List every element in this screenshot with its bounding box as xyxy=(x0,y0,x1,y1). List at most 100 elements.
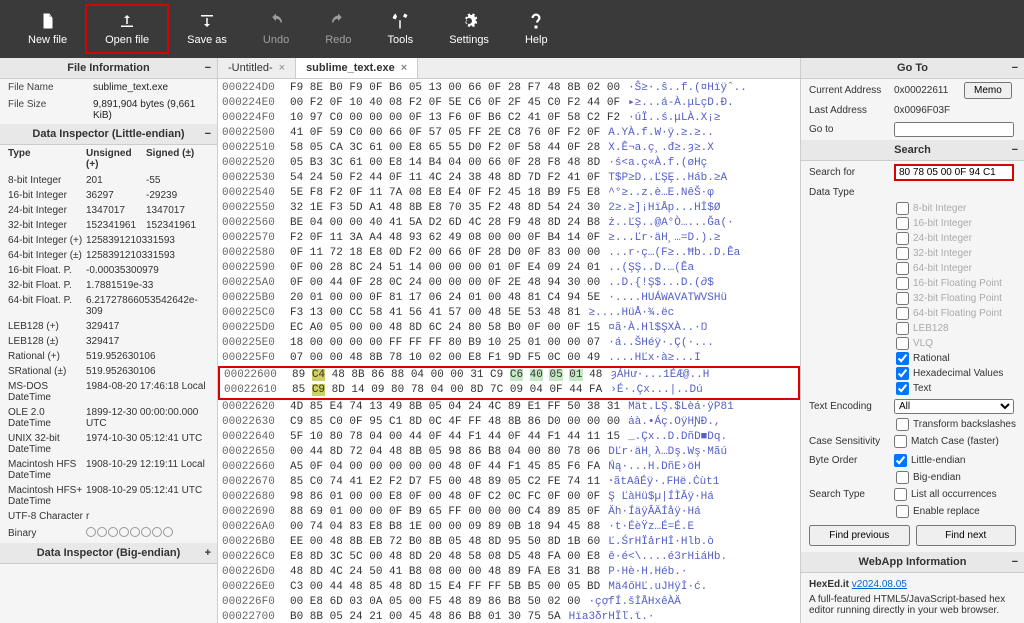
dt-check[interactable] xyxy=(896,262,909,275)
collapse-icon[interactable]: − xyxy=(1012,556,1018,568)
hex-bytes[interactable]: BE 04 00 00 40 41 5A D2 6D 4C 28 F9 48 8… xyxy=(290,216,600,231)
help-button[interactable]: Help xyxy=(507,6,566,52)
dt-check[interactable] xyxy=(896,292,909,305)
hex-ascii[interactable]: ^°≥..z.è…E.NêŠ·φ xyxy=(600,186,714,201)
hex-ascii[interactable]: ·....HUÁWAVATWVSHü xyxy=(600,291,727,306)
hex-bytes[interactable]: 5F 10 80 78 04 00 44 0F 44 F1 44 0F 44 F… xyxy=(290,430,620,445)
hex-row[interactable]: 0002265000 44 8D 72 04 48 8B 05 98 86 B8… xyxy=(218,445,800,460)
hex-bytes[interactable]: 00 F2 0F 10 40 08 F2 0F 5E C6 0F 2F 45 C… xyxy=(290,96,620,111)
match-case-check[interactable] xyxy=(894,435,907,448)
hex-ascii[interactable]: A.YÀ.f.W·ÿ.≥.≥.. xyxy=(600,126,714,141)
hex-bytes[interactable]: 07 00 00 48 8B 78 10 02 00 E8 F1 9D F5 0… xyxy=(290,351,600,366)
dt-check[interactable] xyxy=(896,232,909,245)
hex-row[interactable]: 00022630C9 85 C0 0F 95 C1 8D 0C 4F FF 48… xyxy=(218,415,800,430)
hex-bytes[interactable]: C3 00 44 48 85 48 8D 15 E4 FF FF 5B B5 0… xyxy=(290,580,600,595)
dt-check[interactable] xyxy=(896,247,909,260)
hex-ascii[interactable]: ·úÏ..ś.μLÀ.X¡≥ xyxy=(620,111,720,126)
hex-bytes[interactable]: 89 C4 48 8B 86 88 04 00 00 31 C9 C6 40 0… xyxy=(292,368,602,383)
hex-row[interactable]: 000226405F 10 80 78 04 00 44 0F 44 F1 44… xyxy=(218,430,800,445)
hex-ascii[interactable]: ·çợfÍ.šİÅHxêÀÄ xyxy=(580,595,680,610)
hex-bytes[interactable]: 00 E8 6D 03 0A 05 00 F5 48 89 86 B8 50 0… xyxy=(290,595,580,610)
hex-row[interactable]: 0002250041 0F 59 C0 00 66 0F 57 05 FF 2E… xyxy=(218,126,800,141)
hex-bytes[interactable]: 54 24 50 F2 44 0F 11 4C 24 38 48 8D 7D F… xyxy=(290,171,600,186)
hex-row[interactable]: 0002252005 B3 3C 61 00 E8 14 B4 04 00 66… xyxy=(218,156,800,171)
hex-bytes[interactable]: 0F 11 72 18 E8 0D F2 00 66 0F 28 D0 0F 8… xyxy=(290,246,600,261)
memo-button[interactable]: Memo xyxy=(964,82,1012,99)
hex-ascii[interactable]: 2≥.≥]¡HïÅp...Hİ$Ø xyxy=(600,201,720,216)
hex-bytes[interactable]: 41 0F 59 C0 00 66 0F 57 05 FF 2E C8 76 0… xyxy=(290,126,600,141)
hex-row[interactable]: 000226B0EE 00 48 8B EB 72 B0 8B 05 48 8D… xyxy=(218,535,800,550)
dt-check[interactable] xyxy=(896,337,909,350)
hex-row[interactable]: 0002267085 C0 74 41 E2 F2 D7 F5 00 48 89… xyxy=(218,475,800,490)
hex-bytes[interactable]: 85 C0 74 41 E2 F2 D7 F5 00 48 89 05 C2 F… xyxy=(290,475,600,490)
hex-ascii[interactable]: T$P≥D..ĽŞȨ..Háb.≥A xyxy=(600,171,727,186)
hex-bytes[interactable]: 00 74 04 83 E8 B8 1E 00 00 09 89 0B 18 9… xyxy=(290,520,600,535)
hex-row[interactable]: 0002255032 1E F3 5D A1 48 8B E8 70 35 F2… xyxy=(218,201,800,216)
hex-row[interactable]: 00022560BE 04 00 00 40 41 5A D2 6D 4C 28… xyxy=(218,216,800,231)
hex-row[interactable]: 00022570F2 0F 11 3A A4 48 93 62 49 08 00… xyxy=(218,231,800,246)
hex-ascii[interactable]: ≥....HüÅ·¾.ëc xyxy=(580,306,674,321)
hex-row[interactable]: 000225900F 00 28 8C 24 51 14 00 00 00 01… xyxy=(218,261,800,276)
hex-row[interactable]: 000224F010 97 C0 00 00 00 0F 13 F6 0F B6… xyxy=(218,111,800,126)
collapse-icon[interactable]: − xyxy=(205,128,211,140)
hex-bytes[interactable]: EC A0 05 00 00 48 8D 6C 24 80 58 B0 0F 0… xyxy=(290,321,600,336)
dt-check[interactable] xyxy=(896,307,909,320)
hex-row[interactable]: 000225405E F8 F2 0F 11 7A 08 E8 E4 0F F2… xyxy=(218,186,800,201)
hex-row[interactable]: 0002251058 05 CA 3C 61 00 E8 65 55 D0 F2… xyxy=(218,141,800,156)
expand-icon[interactable]: + xyxy=(205,547,211,559)
dt-check[interactable] xyxy=(896,322,909,335)
goto-input[interactable] xyxy=(894,122,1014,137)
hex-ascii[interactable]: Mä4őHĽ.uJHÿİ·ć. xyxy=(600,580,707,595)
dt-check[interactable] xyxy=(896,277,909,290)
hex-bytes[interactable]: 5E F8 F2 0F 11 7A 08 E8 E4 0F F2 45 18 B… xyxy=(290,186,600,201)
tab[interactable]: -Untitled-× xyxy=(218,58,296,78)
close-icon[interactable]: × xyxy=(401,62,407,74)
dt-check[interactable] xyxy=(896,217,909,230)
hex-bytes[interactable]: 18 00 00 00 00 FF FF FF 80 B9 10 25 01 0… xyxy=(290,336,600,351)
hex-ascii[interactable]: ..(ŞŞ..D.…(Êa xyxy=(600,261,694,276)
collapse-icon[interactable]: − xyxy=(1012,62,1018,74)
hex-row[interactable]: 000225D0EC A0 05 00 00 48 8D 6C 24 80 58… xyxy=(218,321,800,336)
di-be-header[interactable]: Data Inspector (Big-endian)+ xyxy=(0,543,217,564)
hex-row[interactable]: 000226C0E8 8D 3C 5C 00 48 8D 20 48 58 08… xyxy=(218,550,800,565)
hex-ascii[interactable]: ..D.{!Ş$...D.(∂$ xyxy=(600,276,714,291)
hex-ascii[interactable]: ¤ã·À.Hl$ŞXÀ..·Ŋ xyxy=(600,321,707,336)
hex-bytes[interactable]: F2 0F 11 3A A4 48 93 62 49 08 00 00 0F B… xyxy=(290,231,600,246)
hex-ascii[interactable]: DĽr·äH¸λ…Dş.Wş·Mãú xyxy=(600,445,727,460)
enable-replace-check[interactable] xyxy=(896,505,909,518)
hex-row[interactable]: 0002268098 86 01 00 00 E8 0F 00 48 0F C2… xyxy=(218,490,800,505)
close-icon[interactable]: × xyxy=(279,62,285,74)
hex-bytes[interactable]: A5 0F 04 00 00 00 00 00 48 0F 44 F1 45 8… xyxy=(290,460,600,475)
hex-row[interactable]: 000226F000 E8 6D 03 0A 05 00 F5 48 89 86… xyxy=(218,595,800,610)
hex-ascii[interactable]: ...r·ç…(F≥..Ħb..D.Êa xyxy=(600,246,740,261)
hex-row[interactable]: 000224D0F9 8E B0 F9 0F B6 05 13 00 66 0F… xyxy=(218,81,800,96)
collapse-icon[interactable]: − xyxy=(205,62,211,74)
hex-row[interactable]: 0002253054 24 50 F2 44 0F 11 4C 24 38 48… xyxy=(218,171,800,186)
hex-row[interactable]: 000226D048 8D 4C 24 50 41 B8 08 00 00 48… xyxy=(218,565,800,580)
hex-bytes[interactable]: 10 97 C0 00 00 00 0F 13 F6 0F B6 C2 41 0… xyxy=(290,111,620,126)
hex-ascii[interactable]: ›É·.Çx...|..Dú xyxy=(602,383,702,398)
hex-ascii[interactable]: ·t·ÉèŸz…É=É.E xyxy=(600,520,694,535)
hex-ascii[interactable]: ē·é<\....é3rHiáHb. xyxy=(600,550,727,565)
hex-row[interactable]: 000226E0C3 00 44 48 85 48 8D 15 E4 FF FF… xyxy=(218,580,800,595)
hex-row[interactable]: 000226A000 74 04 83 E8 B8 1E 00 00 09 89… xyxy=(218,520,800,535)
hex-bytes[interactable]: 00 44 8D 72 04 48 8B 05 98 86 B8 04 00 8… xyxy=(290,445,600,460)
hex-bytes[interactable]: C9 85 C0 0F 95 C1 8D 0C 4F FF 48 8B 86 D… xyxy=(290,415,620,430)
undo-button[interactable]: Undo xyxy=(245,6,307,52)
transform-backslashes-check[interactable] xyxy=(896,418,909,431)
webapp-version[interactable]: v2024.08.05 xyxy=(852,579,907,590)
hex-ascii[interactable]: Ńą·...H.DñE›öH xyxy=(600,460,700,475)
hex-bytes[interactable]: F9 8E B0 F9 0F B6 05 13 00 66 0F 28 F7 4… xyxy=(290,81,620,96)
dt-check[interactable] xyxy=(896,352,909,365)
hex-row[interactable]: 000225B020 01 00 00 0F 81 17 06 24 01 00… xyxy=(218,291,800,306)
hex-bytes[interactable]: 85 C9 8D 14 09 80 78 04 00 8D 7C 09 04 0… xyxy=(292,383,602,398)
hex-ascii[interactable]: Äh·ÍäÿÂÄÍåÿ·Há xyxy=(600,505,700,520)
redo-button[interactable]: Redo xyxy=(307,6,369,52)
hex-bytes[interactable]: 98 86 01 00 00 E8 0F 00 48 0F C2 0C FC 0… xyxy=(290,490,600,505)
find-prev-button[interactable]: Find previous xyxy=(809,525,910,546)
hex-bytes[interactable]: 0F 00 44 0F 28 0C 24 00 00 00 0F 2E 48 9… xyxy=(290,276,600,291)
hex-bytes[interactable]: EE 00 48 8B EB 72 B0 8B 05 48 8D 95 50 8… xyxy=(290,535,600,550)
hex-ascii[interactable]: ȧà.•Áç.OÿHƝĐ., xyxy=(620,415,720,430)
hex-ascii[interactable]: ≥...Ľr·äH¸…=D.).≥ xyxy=(600,231,720,246)
hex-ascii[interactable]: ....HĽx·à≥...I xyxy=(600,351,700,366)
